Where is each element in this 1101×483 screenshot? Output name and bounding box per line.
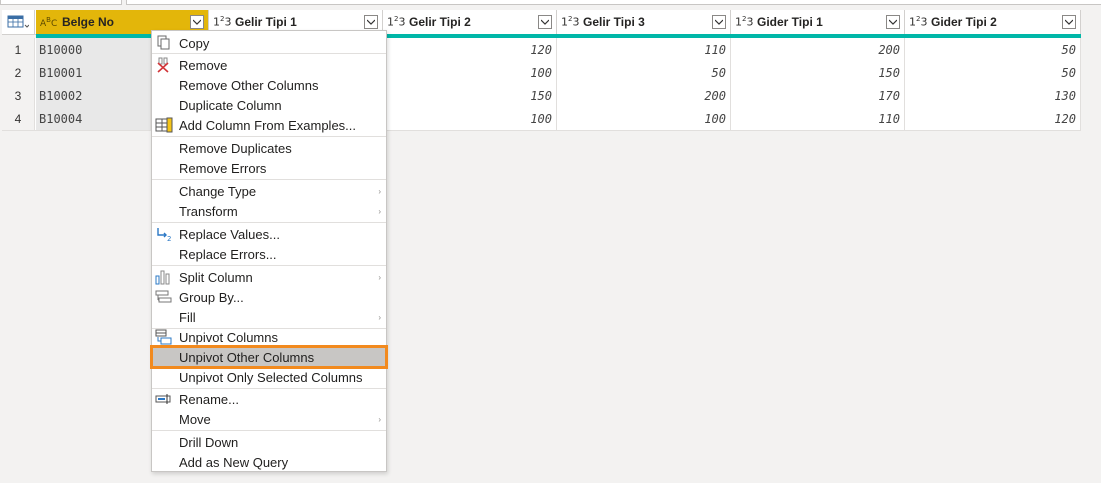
svg-text:2: 2: [167, 235, 171, 242]
column-filter-button[interactable]: [712, 15, 726, 29]
column-filter-button[interactable]: [364, 15, 378, 29]
menu-item-fill[interactable]: Fill ›: [152, 307, 386, 327]
cell-gider-tipi-2[interactable]: 50: [905, 61, 1081, 84]
unpivot-icon: [154, 328, 174, 346]
menu-item-copy[interactable]: Copy: [152, 33, 386, 53]
column-header-gelir-tipi-3[interactable]: 123 Gelir Tipi 3: [557, 10, 731, 34]
cell-gelir-tipi-2[interactable]: 150: [383, 84, 557, 107]
column-filter-button[interactable]: [886, 15, 900, 29]
row-index[interactable]: 1: [2, 38, 35, 61]
cell-gelir-tipi-2[interactable]: 120: [383, 38, 557, 61]
menu-item-unpivot-only-selected-columns[interactable]: Unpivot Only Selected Columns: [152, 367, 386, 387]
menu-item-replace-errors[interactable]: Replace Errors...: [152, 244, 386, 264]
chevron-down-icon: [367, 19, 375, 25]
copy-icon: [154, 34, 174, 52]
column-header-gelir-tipi-2[interactable]: 123 Gelir Tipi 2: [383, 10, 557, 34]
replace-values-icon: 2: [154, 225, 174, 243]
menu-item-remove-errors[interactable]: Remove Errors: [152, 158, 386, 178]
menu-separator: [152, 265, 386, 266]
row-index[interactable]: 3: [2, 84, 35, 107]
query-name-box[interactable]: [0, 0, 122, 5]
row-index[interactable]: 4: [2, 107, 35, 130]
menu-item-add-as-new-query[interactable]: Add as New Query: [152, 452, 386, 472]
type-number-icon: 123: [909, 15, 928, 29]
menu-item-remove-duplicates[interactable]: Remove Duplicates: [152, 138, 386, 158]
submenu-arrow-icon: ›: [378, 206, 381, 216]
cell-gelir-tipi-3[interactable]: 100: [557, 107, 731, 130]
type-number-icon: 123: [735, 15, 754, 29]
type-number-icon: 123: [213, 15, 232, 29]
column-filter-button[interactable]: [1062, 15, 1076, 29]
cell-gelir-tipi-3[interactable]: 200: [557, 84, 731, 107]
menu-item-group-by[interactable]: Group By...: [152, 287, 386, 307]
chevron-down-icon: [1065, 19, 1073, 25]
cell-belge-no[interactable]: B10004: [36, 107, 151, 130]
cell-gelir-tipi-3[interactable]: 50: [557, 61, 731, 84]
type-number-icon: 123: [561, 15, 580, 29]
menu-item-rename[interactable]: Rename...: [152, 389, 386, 409]
row-index[interactable]: 2: [2, 61, 35, 84]
type-text-icon: ABC: [40, 15, 58, 29]
menu-separator: [152, 136, 386, 137]
menu-item-unpivot-other-columns[interactable]: Unpivot Other Columns: [150, 345, 388, 369]
formula-box[interactable]: [126, 0, 1101, 5]
menu-item-duplicate-column[interactable]: Duplicate Column: [152, 95, 386, 115]
formula-bar-strip: [0, 0, 1101, 6]
column-filter-button[interactable]: [538, 15, 552, 29]
column-context-menu: Copy Remove Remove Other Columns Duplica…: [150, 30, 388, 472]
cell-gider-tipi-2[interactable]: 130: [905, 84, 1081, 107]
menu-separator: [152, 430, 386, 431]
menu-item-drill-down[interactable]: Drill Down: [152, 432, 386, 452]
chevron-down-icon: [193, 19, 201, 25]
submenu-arrow-icon: ›: [378, 312, 381, 322]
type-number-icon: 123: [387, 15, 406, 29]
cell-gider-tipi-2[interactable]: 120: [905, 107, 1081, 130]
cell-gider-tipi-1[interactable]: 110: [731, 107, 905, 130]
menu-item-split-column[interactable]: Split Column ›: [152, 267, 386, 287]
cell-gider-tipi-1[interactable]: 200: [731, 38, 905, 61]
cell-gider-tipi-1[interactable]: 150: [731, 61, 905, 84]
menu-separator: [152, 179, 386, 180]
column-name: Gelir Tipi 2: [409, 15, 471, 29]
column-filter-button[interactable]: [190, 15, 204, 29]
cell-belge-no[interactable]: B10001: [36, 61, 151, 84]
menu-item-transform[interactable]: Transform ›: [152, 201, 386, 221]
cell-gider-tipi-1[interactable]: 170: [731, 84, 905, 107]
column-header-gider-tipi-2[interactable]: 123 Gider Tipi 2: [905, 10, 1081, 34]
chevron-down-icon: [541, 19, 549, 25]
menu-item-move[interactable]: Move ›: [152, 409, 386, 429]
menu-item-replace-values[interactable]: 2 Replace Values...: [152, 224, 386, 244]
chevron-down-icon: [715, 19, 723, 25]
submenu-arrow-icon: ›: [378, 272, 381, 282]
column-name: Gelir Tipi 1: [235, 15, 297, 29]
split-column-icon: [154, 268, 174, 286]
column-name: Gider Tipi 2: [931, 15, 997, 29]
cell-belge-no[interactable]: B10002: [36, 84, 151, 107]
menu-separator: [152, 53, 386, 54]
cell-gider-tipi-2[interactable]: 50: [905, 38, 1081, 61]
menu-item-unpivot-columns[interactable]: Unpivot Columns: [152, 327, 386, 347]
menu-item-add-column-from-examples[interactable]: Add Column From Examples...: [152, 115, 386, 135]
menu-item-remove-other-columns[interactable]: Remove Other Columns: [152, 75, 386, 95]
group-by-icon: [154, 288, 174, 306]
cell-gelir-tipi-2[interactable]: 100: [383, 107, 557, 130]
cell-gelir-tipi-3[interactable]: 110: [557, 38, 731, 61]
cell-belge-no[interactable]: B10000: [36, 38, 151, 61]
column-name: Gelir Tipi 3: [583, 15, 645, 29]
table-icon: [7, 15, 29, 28]
menu-item-change-type[interactable]: Change Type ›: [152, 181, 386, 201]
column-name: Gider Tipi 1: [757, 15, 823, 29]
submenu-arrow-icon: ›: [378, 414, 381, 424]
chevron-down-icon: [889, 19, 897, 25]
menu-separator: [152, 222, 386, 223]
remove-icon: [154, 56, 174, 74]
column-header-gider-tipi-1[interactable]: 123 Gider Tipi 1: [731, 10, 905, 34]
submenu-arrow-icon: ›: [378, 186, 381, 196]
table-menu-button[interactable]: [2, 10, 35, 34]
cell-gelir-tipi-2[interactable]: 100: [383, 61, 557, 84]
menu-item-remove[interactable]: Remove: [152, 55, 386, 75]
rename-icon: [154, 390, 174, 408]
column-name: Belge No: [62, 15, 115, 29]
add-column-examples-icon: [154, 116, 174, 134]
